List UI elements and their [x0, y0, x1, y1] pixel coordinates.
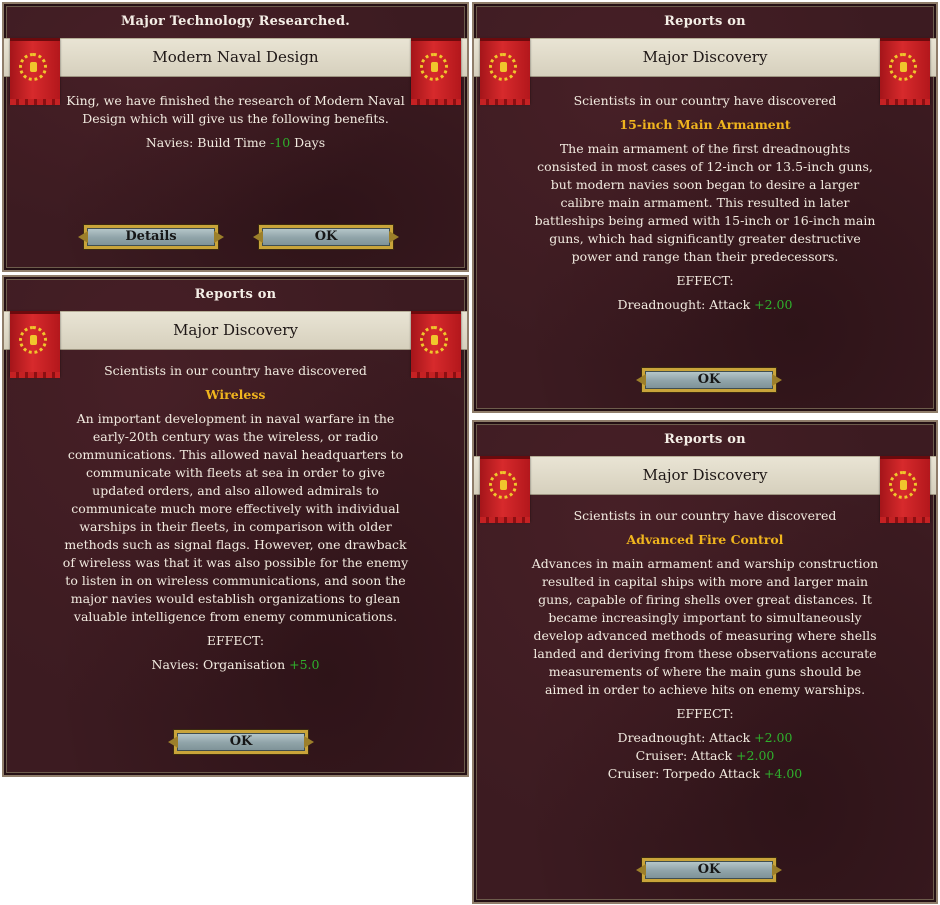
- effect-line: Dreadnought: Attack +2.00: [474, 729, 936, 747]
- discovery-intro: Scientists in our country have discovere…: [573, 93, 837, 108]
- panel-title-band: Major Discovery: [474, 38, 936, 77]
- research-message: King, we have finished the research of M…: [66, 93, 405, 126]
- panel-body: Scientists in our country have discovere…: [474, 92, 936, 314]
- panel-top-title: Reports on: [664, 14, 746, 29]
- panel-title: Major Discovery: [642, 466, 768, 484]
- panel-title-band: Major Discovery: [474, 456, 936, 495]
- effect-line: Cruiser: Torpedo Attack +4.00: [474, 765, 936, 783]
- discovery-panel-fire-control: Reports on Major Discovery Scientists in…: [472, 420, 938, 904]
- panel-top-title: Reports on: [664, 432, 746, 447]
- ok-button[interactable]: OK: [259, 225, 393, 249]
- panel-body: Scientists in our country have discovere…: [474, 507, 936, 783]
- ok-button[interactable]: OK: [642, 368, 776, 392]
- effect-label: Dreadnought: Attack: [617, 297, 755, 312]
- ok-button[interactable]: OK: [174, 730, 308, 754]
- tech-name: Wireless: [205, 387, 266, 402]
- panel-body: Scientists in our country have discovere…: [4, 362, 467, 674]
- effect-value: +2.00: [736, 748, 775, 763]
- effect-label: Cruiser: Attack: [635, 748, 737, 763]
- panel-title: Major Discovery: [642, 48, 768, 66]
- tech-researched-panel: Major Technology Researched. Modern Nava…: [2, 2, 469, 272]
- effect-line: Dreadnought: Attack +2.00: [474, 296, 936, 314]
- effect-value: +5.0: [289, 657, 320, 672]
- tech-description: Advances in main armament and warship co…: [531, 556, 879, 697]
- panel-title: Modern Naval Design: [152, 48, 319, 66]
- effect-value: +2.00: [754, 297, 793, 312]
- discovery-intro: Scientists in our country have discovere…: [104, 363, 367, 378]
- effect-label: Navies: Build Time: [145, 135, 271, 150]
- effect-suffix: Days: [290, 135, 326, 150]
- effect-label: Cruiser: Torpedo Attack: [607, 766, 764, 781]
- effect-value: -10: [270, 135, 291, 150]
- tech-description: The main armament of the first dreadnoug…: [534, 141, 876, 264]
- effect-line: Navies: Organisation +5.0: [4, 656, 467, 674]
- effect-line: Navies: Build Time -10 Days: [60, 134, 411, 152]
- effect-line: Cruiser: Attack +2.00: [474, 747, 936, 765]
- effect-label: Dreadnought: Attack: [617, 730, 755, 745]
- panel-top-title: Major Technology Researched.: [120, 14, 351, 29]
- effect-value: +2.00: [754, 730, 793, 745]
- discovery-panel-armament: Reports on Major Discovery Scientists in…: [472, 2, 938, 413]
- effect-value: +4.00: [763, 766, 803, 781]
- panel-body: King, we have finished the research of M…: [4, 92, 467, 152]
- discovery-panel-wireless: Reports on Major Discovery Scientists in…: [2, 275, 469, 777]
- effect-header: EFFECT:: [206, 633, 265, 648]
- panel-title-band: Modern Naval Design: [4, 38, 467, 77]
- tech-description: An important development in naval warfar…: [62, 411, 409, 624]
- tech-name: Advanced Fire Control: [626, 532, 784, 547]
- panel-title-band: Major Discovery: [4, 311, 467, 350]
- effect-label: Navies: Organisation: [151, 657, 290, 672]
- panel-title: Major Discovery: [173, 321, 298, 339]
- effect-header: EFFECT:: [676, 706, 734, 721]
- ok-button[interactable]: OK: [642, 858, 776, 882]
- panel-top-title: Reports on: [194, 287, 277, 302]
- effect-header: EFFECT:: [676, 273, 734, 288]
- details-button[interactable]: Details: [84, 225, 218, 249]
- discovery-intro: Scientists in our country have discovere…: [573, 508, 837, 523]
- tech-name: 15-inch Main Armament: [619, 117, 791, 132]
